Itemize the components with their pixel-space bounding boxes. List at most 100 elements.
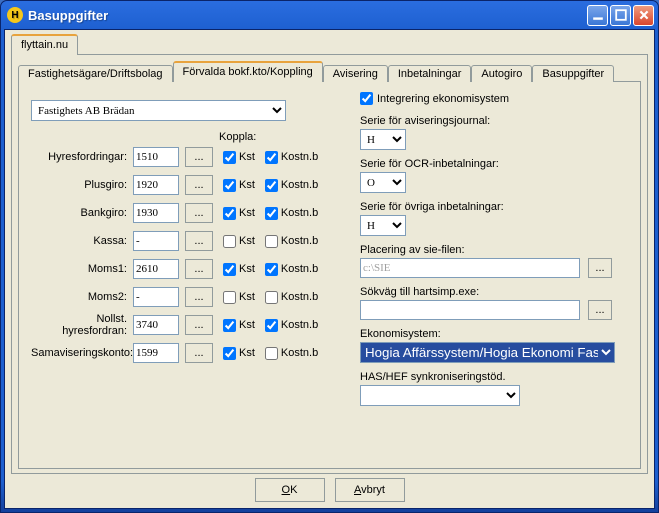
account-browse-button[interactable]: ... xyxy=(185,147,213,167)
serie-ocr-label: Serie för OCR-inbetalningar: xyxy=(360,158,628,170)
kst-checkbox[interactable] xyxy=(223,291,236,304)
kostnb-checkbox[interactable] xyxy=(265,347,278,360)
kst-checkbox-wrap[interactable]: Kst xyxy=(223,235,255,248)
kst-label: Kst xyxy=(239,151,255,163)
serie-ovr-label: Serie för övriga inbetalningar: xyxy=(360,201,628,213)
sokvag-label: Sökväg till hartsimp.exe: xyxy=(360,286,628,298)
kst-checkbox-wrap[interactable]: Kst xyxy=(223,263,255,276)
account-browse-button[interactable]: ... xyxy=(185,343,213,363)
kostnb-checkbox-wrap[interactable]: Kostn.b xyxy=(265,235,318,248)
kst-checkbox[interactable] xyxy=(223,151,236,164)
hashef-label: HAS/HEF synkroniseringstöd. xyxy=(360,371,628,383)
placering-label: Placering av sie-filen: xyxy=(360,244,628,256)
kostnb-checkbox[interactable] xyxy=(265,207,278,220)
integrering-label: Integrering ekonomisystem xyxy=(377,93,509,105)
client-area: flyttain.nu Fastighetsägare/DriftsbolagF… xyxy=(4,29,655,509)
tab-inner-3[interactable]: Inbetalningar xyxy=(388,65,472,82)
account-input[interactable] xyxy=(133,315,179,335)
placering-browse-button[interactable]: ... xyxy=(588,258,612,278)
account-row-7: Samaviseringskonto:...KstKostn.b xyxy=(31,342,346,364)
tab-inner-2[interactable]: Avisering xyxy=(323,65,388,82)
account-browse-button[interactable]: ... xyxy=(185,175,213,195)
kostnb-label: Kostn.b xyxy=(281,207,318,219)
integrering-checkbox[interactable] xyxy=(360,92,373,105)
kst-checkbox-wrap[interactable]: Kst xyxy=(223,319,255,332)
tab-inner-0[interactable]: Fastighetsägare/Driftsbolag xyxy=(18,65,173,82)
maximize-button[interactable] xyxy=(610,5,631,26)
hashef-select[interactable] xyxy=(360,385,520,406)
ok-button[interactable]: OK xyxy=(255,478,325,502)
tab-outer-0[interactable]: flyttain.nu xyxy=(11,34,78,55)
account-row-6: Nollst. hyresfordran:...KstKostn.b xyxy=(31,314,346,336)
koppla-header-row: Koppla: xyxy=(31,131,346,143)
account-input[interactable] xyxy=(133,287,179,307)
kostnb-label: Kostn.b xyxy=(281,151,318,163)
tabs-outer: flyttain.nu xyxy=(11,34,648,54)
company-select[interactable]: Fastighets AB Brädan xyxy=(31,100,286,121)
kostnb-checkbox[interactable] xyxy=(265,263,278,276)
koppla-header: Koppla: xyxy=(219,131,256,143)
kst-checkbox[interactable] xyxy=(223,347,236,360)
serie-ovr-select[interactable]: H xyxy=(360,215,406,236)
kostnb-checkbox-wrap[interactable]: Kostn.b xyxy=(265,347,318,360)
kst-checkbox[interactable] xyxy=(223,235,236,248)
kostnb-checkbox-wrap[interactable]: Kostn.b xyxy=(265,263,318,276)
kostnb-checkbox[interactable] xyxy=(265,179,278,192)
kostnb-checkbox[interactable] xyxy=(265,151,278,164)
account-browse-button[interactable]: ... xyxy=(185,259,213,279)
account-label: Kassa: xyxy=(31,235,133,247)
kst-checkbox-wrap[interactable]: Kst xyxy=(223,347,255,360)
sokvag-browse-button[interactable]: ... xyxy=(588,300,612,320)
account-row-4: Moms1:... Kst Kostn.b xyxy=(31,258,346,280)
kst-checkbox[interactable] xyxy=(223,179,236,192)
account-row-1: Plusgiro:...KstKostn.b xyxy=(31,174,346,196)
kostnb-checkbox[interactable] xyxy=(265,235,278,248)
account-input[interactable] xyxy=(133,203,179,223)
kst-checkbox[interactable] xyxy=(223,263,236,276)
serie-avis-label: Serie för aviseringsjournal: xyxy=(360,115,628,127)
account-input[interactable] xyxy=(133,175,179,195)
account-row-2: Bankgiro:...KstKostn.b xyxy=(31,202,346,224)
account-input[interactable] xyxy=(133,343,179,363)
kst-checkbox-wrap[interactable]: Kst xyxy=(223,179,255,192)
kst-checkbox-wrap[interactable]: Kst xyxy=(223,291,255,304)
outer-tab-panel: Fastighetsägare/DriftsbolagFörvalda bokf… xyxy=(11,54,648,474)
account-browse-button[interactable]: ... xyxy=(185,287,213,307)
tab-inner-4[interactable]: Autogiro xyxy=(471,65,532,82)
kst-label: Kst xyxy=(239,207,255,219)
account-input[interactable] xyxy=(133,147,179,167)
kostnb-label: Kostn.b xyxy=(281,235,318,247)
kostnb-checkbox-wrap[interactable]: Kostn.b xyxy=(265,207,318,220)
tab-inner-5[interactable]: Basuppgifter xyxy=(532,65,614,82)
kostnb-label: Kostn.b xyxy=(281,263,318,275)
account-browse-button[interactable]: ... xyxy=(185,231,213,251)
cancel-button[interactable]: Avbryt xyxy=(335,478,405,502)
kst-label: Kst xyxy=(239,347,255,359)
account-browse-button[interactable]: ... xyxy=(185,203,213,223)
ekonomisystem-select[interactable]: Hogia Affärssystem/Hogia Ekonomi Fastigh… xyxy=(360,342,615,363)
kst-checkbox[interactable] xyxy=(223,207,236,220)
close-button[interactable] xyxy=(633,5,654,26)
minimize-button[interactable] xyxy=(587,5,608,26)
sokvag-input[interactable] xyxy=(360,300,580,320)
tab-inner-1[interactable]: Förvalda bokf.kto/Koppling xyxy=(173,61,323,82)
account-label: Moms1: xyxy=(31,263,133,275)
account-input[interactable] xyxy=(133,231,179,251)
kst-label: Kst xyxy=(239,291,255,303)
account-browse-button[interactable]: ... xyxy=(185,315,213,335)
serie-ocr-select[interactable]: O xyxy=(360,172,406,193)
serie-avis-select[interactable]: H xyxy=(360,129,406,150)
kst-checkbox-wrap[interactable]: Kst xyxy=(223,151,255,164)
kostnb-checkbox-wrap[interactable]: Kostn.b xyxy=(265,291,318,304)
kostnb-checkbox-wrap[interactable]: Kostn.b xyxy=(265,179,318,192)
kostnb-label: Kostn.b xyxy=(281,291,318,303)
kst-checkbox-wrap[interactable]: Kst xyxy=(223,207,255,220)
kst-checkbox[interactable] xyxy=(223,319,236,332)
kostnb-checkbox-wrap[interactable]: Kostn.b xyxy=(265,319,318,332)
kostnb-checkbox[interactable] xyxy=(265,291,278,304)
account-input[interactable] xyxy=(133,259,179,279)
kostnb-checkbox-wrap[interactable]: Kostn.b xyxy=(265,151,318,164)
kostnb-label: Kostn.b xyxy=(281,319,318,331)
placering-input[interactable] xyxy=(360,258,580,278)
kostnb-checkbox[interactable] xyxy=(265,319,278,332)
